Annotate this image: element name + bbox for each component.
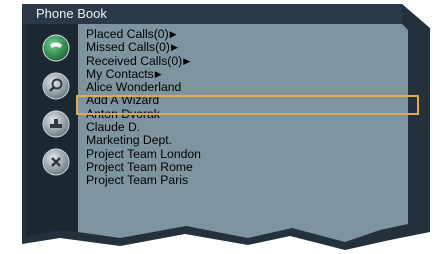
contact-item[interactable]: Claude D. xyxy=(86,120,416,135)
contact-label: Project Team Rome xyxy=(86,159,193,174)
contact-label: Alice Wonderland xyxy=(86,80,182,95)
window-title: Phone Book xyxy=(36,6,107,21)
contact-label: Marketing Dept. xyxy=(86,133,173,148)
menu-item-placed-calls[interactable]: Placed Calls(0)▶ xyxy=(86,27,416,41)
submenu-arrow-icon: ▶ xyxy=(169,29,177,39)
contact-item[interactable]: Project Team London xyxy=(86,146,416,161)
tray-icon[interactable] xyxy=(42,110,70,138)
menu-item-label: My Contacts xyxy=(86,66,154,81)
submenu-arrow-icon: ▶ xyxy=(170,42,178,53)
contact-item[interactable]: Marketing Dept. xyxy=(86,134,416,147)
contact-item[interactable]: Project Team Rome xyxy=(86,159,416,174)
submenu-arrow-icon: ▶ xyxy=(183,55,191,66)
menu-item-label: Received Calls(0) xyxy=(86,53,183,68)
contact-label: Project Team Paris xyxy=(86,173,189,188)
menu-item-received-calls[interactable]: Received Calls(0)▶ xyxy=(86,53,416,68)
menu-item-missed-calls[interactable]: Missed Calls(0)▶ xyxy=(86,41,416,54)
submenu-arrow-icon: ▶ xyxy=(154,68,162,79)
menu-item-my-contacts[interactable]: My Contacts▶ xyxy=(86,66,416,81)
selection-highlight xyxy=(76,95,419,115)
contact-label: Project Team London xyxy=(86,146,201,161)
contact-item[interactable]: Project Team Paris xyxy=(86,174,416,187)
delete-icon[interactable] xyxy=(42,148,70,176)
magnifier-icon[interactable] xyxy=(42,72,70,100)
phone-book-screen: Phone Book Placed Calls(0)▶ Missed Calls… xyxy=(0,0,436,254)
menu-item-label: Placed Calls(0) xyxy=(86,27,169,41)
menu-item-label: Missed Calls(0) xyxy=(86,40,170,55)
phone-call-icon[interactable] xyxy=(42,34,70,62)
contact-label: Claude D. xyxy=(86,120,141,135)
contact-item-selected[interactable]: Alice Wonderland xyxy=(86,81,416,94)
